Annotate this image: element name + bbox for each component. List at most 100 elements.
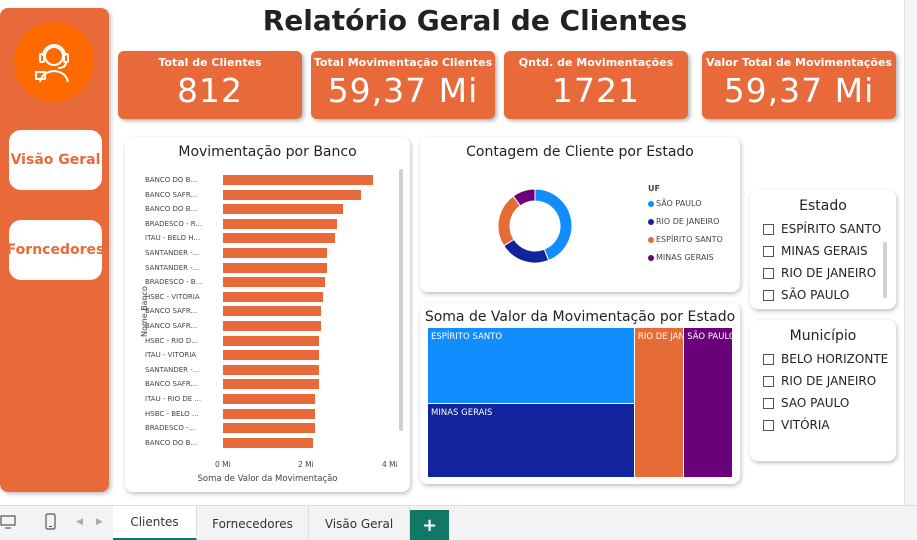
- kpi-value: 59,37 Mi: [327, 71, 479, 110]
- prev-page-icon[interactable]: ◀: [76, 517, 83, 527]
- add-page-button[interactable]: +: [410, 510, 449, 540]
- bar-mark[interactable]: [223, 335, 319, 346]
- bar-mark[interactable]: [223, 408, 315, 419]
- nav-visao-geral-button[interactable]: Visão Geral: [9, 130, 102, 190]
- tab-clientes[interactable]: Clientes: [113, 506, 197, 540]
- municipio-option[interactable]: SAO PAULO: [763, 396, 849, 410]
- treemap-card: Soma de Valor da Movimentação por Estado…: [420, 303, 740, 484]
- estado-option[interactable]: SÃO PAULO: [763, 288, 849, 302]
- bar-mark[interactable]: [223, 204, 343, 215]
- page-title: Relatório Geral de Clientes: [262, 4, 688, 37]
- kpi-label: Valor Total de Movimentações: [706, 56, 892, 69]
- bar-mark[interactable]: [223, 364, 319, 375]
- bar-chart-title: Movimentação por Banco: [178, 144, 357, 160]
- checkbox[interactable]: [763, 223, 774, 235]
- bar-mark[interactable]: [223, 437, 313, 448]
- estado-slicer-scrollbar[interactable]: [883, 242, 887, 298]
- option-label: SAO PAULO: [781, 396, 850, 410]
- checkbox[interactable]: [763, 267, 774, 279]
- checkbox[interactable]: [763, 397, 774, 409]
- kpi-qntd-movimentacoes: Qntd. de Movimentações 1721: [504, 51, 688, 119]
- donut-slice[interactable]: [503, 238, 550, 264]
- bar-category-label: BANCO SAFR...: [145, 190, 198, 199]
- checkbox[interactable]: [763, 289, 774, 301]
- option-label: RIO DE JANEIRO: [781, 374, 877, 388]
- bar-mark[interactable]: [223, 262, 327, 273]
- treemap-tile[interactable]: ESPÍRITO SANTO: [428, 328, 634, 404]
- legend-item[interactable]: MINAS GERAIS: [648, 253, 714, 262]
- bar-category-label: BRADESCO -...: [145, 424, 196, 433]
- bar-mark[interactable]: [223, 321, 321, 331]
- estado-option[interactable]: MINAS GERAIS: [763, 244, 868, 258]
- municipio-option[interactable]: BELO HORIZONTE: [763, 352, 888, 366]
- treemap-tile[interactable]: SÃO PAULO: [684, 328, 732, 477]
- bar-mark[interactable]: [223, 248, 327, 258]
- treemap-tile[interactable]: MINAS GERAIS: [428, 404, 634, 477]
- checkbox[interactable]: [763, 375, 774, 387]
- legend-label: ESPÍRITO SANTO: [656, 235, 723, 244]
- donut-legend-title: UF: [648, 184, 660, 193]
- treemap-plot: ESPÍRITO SANTOMINAS GERAISRIO DE JANEIRO…: [428, 328, 733, 478]
- bar-mark[interactable]: [223, 233, 335, 244]
- bar-mark[interactable]: [223, 394, 315, 404]
- bar-mark[interactable]: [223, 291, 323, 302]
- estado-option[interactable]: RIO DE JANEIRO: [763, 266, 876, 280]
- avatar: [14, 22, 94, 102]
- option-label: BELO HORIZONTE: [781, 352, 889, 366]
- estado-slicer: Estado ESPÍRITO SANTO MINAS GERAIS RIO D…: [750, 190, 896, 309]
- kpi-value: 812: [177, 71, 243, 110]
- estado-option[interactable]: ESPÍRITO SANTO: [763, 222, 881, 236]
- bar-category-label: BANCO DO B...: [145, 205, 198, 214]
- bar-mark[interactable]: [223, 189, 361, 200]
- municipio-slicer: Município BELO HORIZONTE RIO DE JANEIRO …: [750, 320, 896, 461]
- next-page-icon[interactable]: ▶: [96, 517, 103, 527]
- support-agent-icon: [35, 44, 69, 83]
- municipio-slicer-title: Município: [789, 328, 857, 344]
- bar-chart-scrollbar[interactable]: [399, 169, 403, 431]
- tab-visao-geral[interactable]: Visão Geral: [309, 506, 410, 540]
- donut-slice[interactable]: [497, 195, 522, 247]
- x-tick-label: 0 Mi: [215, 460, 231, 469]
- bar-category-label: BANCO SAFR...: [145, 380, 198, 389]
- checkbox[interactable]: [763, 353, 774, 365]
- municipio-option[interactable]: RIO DE JANEIRO: [763, 374, 876, 388]
- bar-mark[interactable]: [223, 218, 337, 229]
- bar-mark[interactable]: [223, 350, 319, 361]
- donut-slice[interactable]: [534, 188, 573, 262]
- municipio-option[interactable]: VITÓRIA: [763, 418, 830, 432]
- treemap-title: Soma de Valor da Movimentação por Estado: [424, 309, 736, 325]
- legend-item[interactable]: ESPÍRITO SANTO: [648, 235, 723, 244]
- legend-item[interactable]: RIO DE JANEIRO: [648, 217, 719, 226]
- legend-swatch: [648, 254, 654, 261]
- bar-category-label: SANTANDER -...: [145, 263, 200, 272]
- mobile-view-icon[interactable]: [45, 513, 57, 535]
- legend-swatch: [648, 236, 654, 243]
- desktop-view-icon[interactable]: [0, 514, 18, 534]
- bar-mark[interactable]: [223, 175, 373, 185]
- bar-mark[interactable]: [223, 379, 319, 390]
- bar-category-label: HSBC - BELO ...: [145, 409, 199, 418]
- donut-chart-title: Contagem de Cliente por Estado: [466, 144, 694, 160]
- donut-chart: [497, 188, 573, 264]
- bar-category-label: BANCO DO B...: [145, 438, 198, 447]
- kpi-value: 59,37 Mi: [723, 71, 875, 110]
- legend-item[interactable]: SÃO PAULO: [648, 199, 702, 208]
- option-label: MINAS GERAIS: [781, 244, 868, 258]
- checkbox[interactable]: [763, 245, 774, 257]
- bar-mark[interactable]: [223, 306, 321, 317]
- nav-fornecedores-button[interactable]: Forncedores: [7, 220, 104, 280]
- treemap-tile[interactable]: RIO DE JANEIRO: [634, 328, 684, 477]
- page-scroll-gutter: [904, 0, 917, 505]
- bar-category-label: SANTANDER -...: [145, 365, 200, 374]
- tab-fornecedores[interactable]: Fornecedores: [197, 506, 309, 540]
- checkbox[interactable]: [763, 419, 774, 431]
- estado-slicer-title: Estado: [799, 198, 847, 214]
- kpi-value: 1721: [552, 71, 640, 110]
- bar-category-label: ITAÚ - VITÓRIA: [145, 351, 197, 360]
- bar-category-label: ITAÚ - RIO DE ...: [145, 395, 202, 403]
- bar-mark[interactable]: [223, 423, 315, 434]
- bar-category-label: BRADESCO - R...: [145, 219, 203, 228]
- kpi-valor-total: Valor Total de Movimentações 59,37 Mi: [702, 51, 896, 119]
- bar-mark[interactable]: [223, 277, 325, 288]
- option-label: SÃO PAULO: [781, 288, 850, 302]
